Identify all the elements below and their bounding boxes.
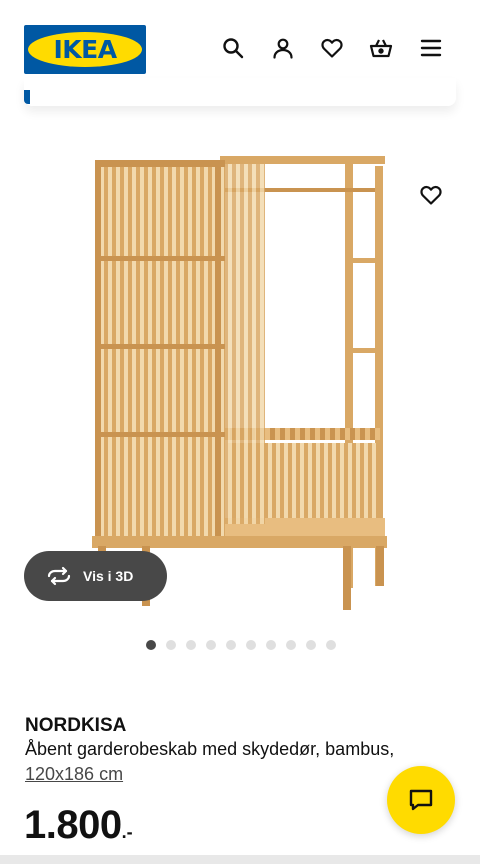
view-in-3d-button[interactable]: Vis i 3D (24, 551, 167, 601)
carousel-dot-9[interactable] (306, 640, 316, 650)
image-carousel-indicators[interactable] (146, 640, 336, 650)
basket-icon[interactable] (366, 33, 396, 63)
price-suffix: .- (121, 822, 133, 842)
chat-icon (409, 789, 433, 811)
menu-icon[interactable] (416, 33, 446, 63)
carousel-dot-8[interactable] (286, 640, 296, 650)
product-price: 1.800 .- (24, 803, 133, 848)
carousel-dot-2[interactable] (166, 640, 176, 650)
bottom-edge-bar (0, 855, 480, 864)
collapsed-search-bar[interactable] (24, 78, 456, 106)
chat-button[interactable] (387, 766, 455, 834)
carousel-dot-4[interactable] (206, 640, 216, 650)
carousel-dot-10[interactable] (326, 640, 336, 650)
search-icon[interactable] (218, 33, 248, 63)
user-icon[interactable] (268, 33, 298, 63)
product-description: Åbent garderobeskab med skydedør, bambus… (25, 739, 395, 759)
carousel-dot-1[interactable] (146, 640, 156, 650)
carousel-dot-3[interactable] (186, 640, 196, 650)
price-integer: 1.800 (24, 803, 122, 847)
rotate-3d-icon (47, 566, 71, 586)
carousel-dot-5[interactable] (226, 640, 236, 650)
product-size-link[interactable]: 120x186 cm (25, 764, 123, 785)
logo-wordmark: IKEA (53, 35, 117, 64)
heart-icon (420, 185, 442, 205)
carousel-dot-7[interactable] (266, 640, 276, 650)
heart-icon[interactable] (317, 33, 347, 63)
search-bar-accent (24, 90, 30, 104)
ikea-logo[interactable]: IKEA (24, 25, 146, 74)
product-name: NORDKISA (25, 715, 127, 736)
wardrobe-image (92, 156, 387, 610)
carousel-dot-6[interactable] (246, 640, 256, 650)
add-to-favorites-button[interactable] (414, 178, 448, 212)
view-in-3d-label: Vis i 3D (83, 568, 134, 584)
